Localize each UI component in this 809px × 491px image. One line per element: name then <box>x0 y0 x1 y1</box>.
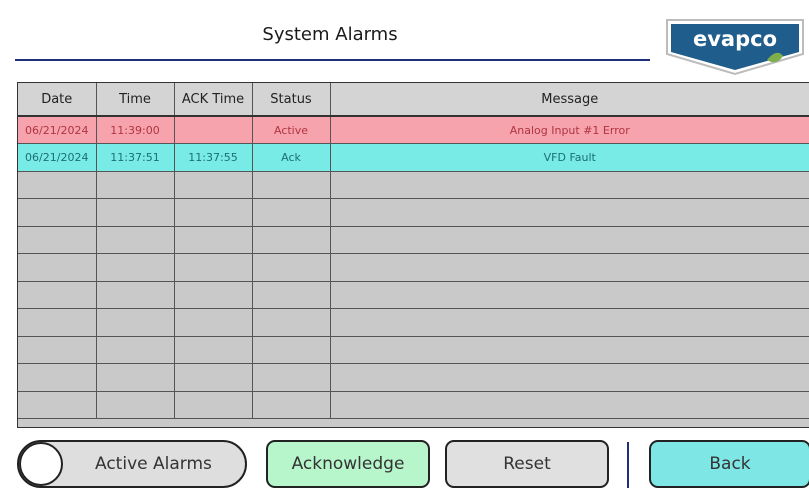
empty-row <box>18 171 809 199</box>
back-button[interactable]: Back <box>649 440 809 488</box>
cell-date: 06/21/2024 <box>18 143 97 172</box>
empty-row <box>18 363 809 392</box>
top-strip <box>0 0 809 8</box>
acknowledge-label: Acknowledge <box>291 454 405 474</box>
empty-row <box>18 253 809 282</box>
cell-date: 06/21/2024 <box>18 116 97 144</box>
evapco-logo: evapco <box>665 18 805 76</box>
cell-time: 11:39:00 <box>96 116 175 144</box>
active-alarms-label: Active Alarms <box>95 454 212 474</box>
title-underline <box>15 59 650 61</box>
reset-label: Reset <box>503 454 551 474</box>
alarms-table: Date Time ACK Time Status Message 06/21/… <box>17 82 809 428</box>
empty-row <box>18 336 809 364</box>
empty-row <box>18 281 809 309</box>
cell-time: 11:37:51 <box>96 143 175 172</box>
empty-row <box>18 308 809 337</box>
button-divider <box>627 442 629 488</box>
column-header-message[interactable]: Message <box>330 83 809 117</box>
logo-text: evapco <box>693 27 777 51</box>
back-label: Back <box>709 454 751 474</box>
acknowledge-button[interactable]: Acknowledge <box>266 440 430 488</box>
cell-ack-time <box>174 116 253 144</box>
cell-status: Ack <box>252 143 331 172</box>
cell-status: Active <box>252 116 331 144</box>
cell-message: Analog Input #1 Error <box>330 116 809 144</box>
table-row[interactable]: 06/21/2024 11:39:00 Active Analog Input … <box>18 116 809 144</box>
cell-message: VFD Fault <box>330 143 809 172</box>
column-header-time[interactable]: Time <box>96 83 175 117</box>
empty-row <box>18 391 809 419</box>
reset-button[interactable]: Reset <box>445 440 609 488</box>
empty-row <box>18 226 809 254</box>
column-header-date[interactable]: Date <box>18 83 97 117</box>
cell-ack-time: 11:37:55 <box>174 143 253 172</box>
page-title: System Alarms <box>262 24 398 45</box>
table-row[interactable]: 06/21/2024 11:37:51 11:37:55 Ack VFD Fau… <box>18 143 809 172</box>
column-header-status[interactable]: Status <box>252 83 331 117</box>
toggle-knob[interactable] <box>19 442 63 486</box>
column-header-ack-time[interactable]: ACK Time <box>174 83 253 117</box>
empty-row <box>18 198 809 227</box>
table-header-row: Date Time ACK Time Status Message <box>18 83 809 117</box>
active-alarms-toggle[interactable]: Active Alarms <box>17 440 247 488</box>
